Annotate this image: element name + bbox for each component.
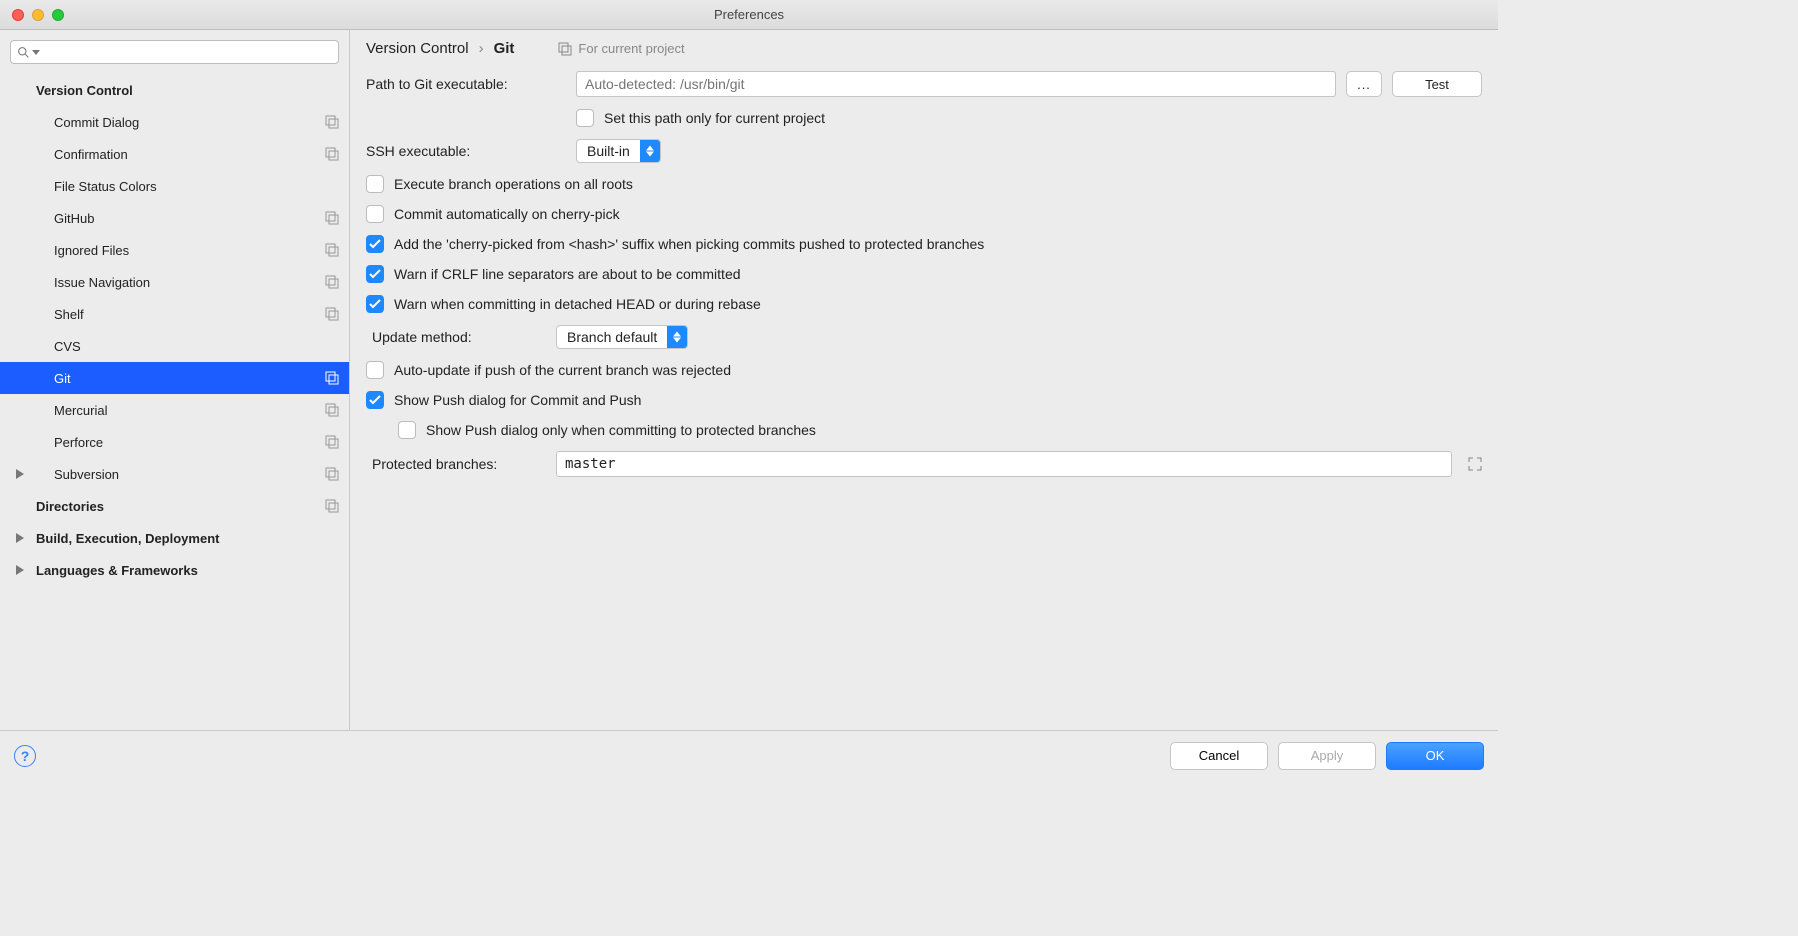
breadcrumb: Version Control › Git [366,40,514,57]
checkbox-label: Execute branch operations on all roots [394,176,633,192]
checkbox-row-auto-update-rejected[interactable]: Auto-update if push of the current branc… [366,361,1482,379]
checkbox-label: Set this path only for current project [604,110,825,126]
select-arrows-icon [640,140,660,162]
checkbox-label: Add the 'cherry-picked from <hash>' suff… [394,236,984,252]
tree-item[interactable]: Ignored Files [0,234,349,266]
tree-item[interactable]: Shelf [0,298,349,330]
checkbox-label: Commit automatically on cherry-pick [394,206,620,222]
update-method-label: Update method: [366,329,546,345]
ok-button[interactable]: OK [1386,742,1484,770]
sidebar: Version ControlCommit DialogConfirmation… [0,30,350,730]
tree-group[interactable]: Build, Execution, Deployment [0,522,349,554]
tree-item[interactable]: Commit Dialog [0,106,349,138]
checkbox-label: Show Push dialog only when committing to… [426,422,816,438]
checkbox-label: Warn when committing in detached HEAD or… [394,296,761,312]
search-input-wrapper[interactable] [10,40,339,64]
ssh-label: SSH executable: [366,143,566,159]
checkbox[interactable] [366,361,384,379]
checkbox-label: Show Push dialog for Commit and Push [394,392,641,408]
checkbox-label: Warn if CRLF line separators are about t… [394,266,741,282]
tree-item[interactable]: GitHub [0,202,349,234]
checkbox[interactable] [576,109,594,127]
update-method-select[interactable]: Branch default [556,325,688,349]
chevron-down-icon [32,50,40,55]
checkbox[interactable] [366,175,384,193]
ssh-executable-select[interactable]: Built-in [576,139,661,163]
tree-item[interactable]: Subversion [0,458,349,490]
path-label: Path to Git executable: [366,76,566,92]
checkbox-row-set-path-current-project[interactable]: Set this path only for current project [576,109,825,127]
search-input[interactable] [40,45,332,60]
tree-item[interactable]: Confirmation [0,138,349,170]
tree-group[interactable]: Languages & Frameworks [0,554,349,586]
window-title: Preferences [0,7,1498,22]
cancel-button[interactable]: Cancel [1170,742,1268,770]
tree-item[interactable]: Issue Navigation [0,266,349,298]
checkbox-row-show-push-dialog-protected[interactable]: Show Push dialog only when committing to… [398,421,1482,439]
scope-label: For current project [558,41,684,56]
tree-item[interactable]: Git [0,362,349,394]
settings-tree: Version ControlCommit DialogConfirmation… [0,70,349,730]
checkbox[interactable] [366,391,384,409]
apply-button[interactable]: Apply [1278,742,1376,770]
search-icon [17,46,30,59]
breadcrumb-leaf: Git [494,40,515,57]
test-button[interactable]: Test [1392,71,1482,97]
checkbox-row-show-push-dialog[interactable]: Show Push dialog for Commit and Push [366,391,1482,409]
titlebar: Preferences [0,0,1498,30]
breadcrumb-root[interactable]: Version Control [366,40,469,57]
tree-item[interactable]: File Status Colors [0,170,349,202]
checkbox-row-warn-detached-head[interactable]: Warn when committing in detached HEAD or… [366,295,1482,313]
checkbox-label: Auto-update if push of the current branc… [394,362,731,378]
tree-group[interactable]: Directories [0,490,349,522]
select-arrows-icon [667,326,687,348]
checkbox-row-execute-all-roots[interactable]: Execute branch operations on all roots [366,175,1482,193]
project-scope-icon [558,42,572,56]
footer: ? Cancel Apply OK [0,730,1498,780]
checkbox[interactable] [398,421,416,439]
tree-item[interactable]: CVS [0,330,349,362]
browse-button[interactable]: ... [1346,71,1382,97]
checkbox[interactable] [366,235,384,253]
checkbox-row-cherry-pick-suffix[interactable]: Add the 'cherry-picked from <hash>' suff… [366,235,1482,253]
checkbox[interactable] [366,205,384,223]
expand-icon[interactable] [1468,457,1482,471]
checkbox-row-warn-crlf[interactable]: Warn if CRLF line separators are about t… [366,265,1482,283]
protected-branches-input[interactable] [556,451,1452,477]
tree-item[interactable]: Mercurial [0,394,349,426]
protected-branches-label: Protected branches: [366,456,546,472]
git-path-input[interactable] [576,71,1336,97]
breadcrumb-separator: › [479,40,484,57]
tree-item[interactable]: Perforce [0,426,349,458]
checkbox-row-auto-commit-cherry-pick[interactable]: Commit automatically on cherry-pick [366,205,1482,223]
tree-group[interactable]: Version Control [0,74,349,106]
checkbox[interactable] [366,265,384,283]
content-pane: Version Control › Git For current projec… [350,30,1498,730]
help-button[interactable]: ? [14,745,36,767]
checkbox[interactable] [366,295,384,313]
